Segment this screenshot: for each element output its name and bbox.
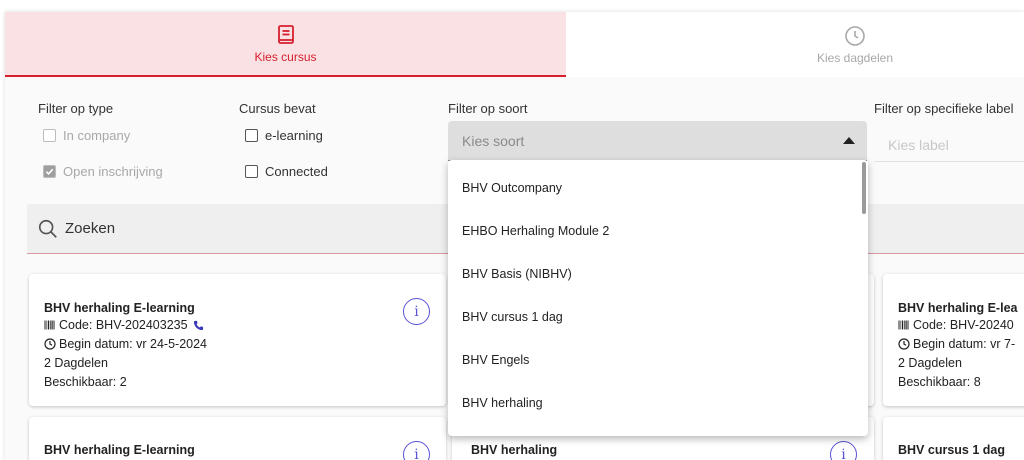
checkbox-label: e-learning [265, 128, 323, 143]
soort-select[interactable]: Kies soort [448, 121, 867, 161]
info-icon[interactable]: i [403, 441, 430, 460]
search-placeholder: Zoeken [65, 220, 116, 237]
checkbox-open-inschrijving[interactable]: Open inschrijving [43, 164, 163, 179]
course-card[interactable]: BHV cursus 1 dag [883, 417, 1024, 460]
course-card[interactable]: BHV herhaling E-learning i [29, 417, 446, 460]
label-select[interactable]: Kies label [874, 128, 1024, 162]
checkbox-box[interactable] [245, 165, 258, 178]
checkbox-box[interactable] [43, 165, 56, 178]
course-code-text: Code: BHV-20240 [913, 318, 1014, 332]
checkbox-label: In company [63, 128, 131, 143]
filter-label-label: Filter op specifieke label [874, 101, 1014, 116]
phone-icon[interactable] [193, 320, 204, 331]
barcode-icon [898, 320, 909, 330]
menu-item[interactable]: BHV Basis (NIBHV) [448, 252, 868, 295]
course-code: Code: BHV-20240 [898, 318, 1014, 332]
checkbox-connected[interactable]: Connected [245, 164, 328, 179]
clock-icon [44, 338, 56, 350]
check-icon [45, 168, 54, 175]
course-date: Begin datum: vr 7- [898, 337, 1015, 351]
clock-icon [845, 26, 865, 46]
menu-item[interactable]: BHV cursus 1 dag [448, 295, 868, 338]
checkbox-in-company[interactable]: In company [43, 128, 130, 143]
filter-soort-label: Filter op soort [448, 101, 528, 116]
soort-select-value: Kies soort [462, 132, 525, 149]
menu-item[interactable]: BHV Outcompany [448, 166, 868, 209]
clock-icon [898, 338, 910, 350]
info-icon[interactable]: i [403, 298, 430, 325]
filter-bevat-label: Cursus bevat [239, 101, 316, 116]
course-dagdelen: 2 Dagdelen [44, 356, 108, 370]
tab-kies-dagdelen[interactable]: Kies dagdelen [566, 12, 1024, 77]
course-date-text: Begin datum: vr 24-5-2024 [59, 337, 208, 351]
label-select-placeholder: Kies label [888, 136, 949, 153]
course-date: Begin datum: vr 24-5-2024 [44, 337, 207, 351]
soort-dropdown-menu: BHV Outcompany EHBO Herhaling Module 2 B… [448, 160, 868, 436]
course-beschikbaar: Beschikbaar: 8 [898, 375, 981, 389]
menu-item[interactable]: BHV Engels [448, 338, 868, 381]
tab-label: Kies dagdelen [816, 51, 894, 65]
caret-up-icon [843, 137, 855, 144]
course-title: BHV herhaling [471, 443, 558, 457]
checkbox-e-learning[interactable]: e-learning [245, 128, 323, 143]
course-date-text: Begin datum: vr 7- [913, 337, 1016, 351]
checkbox-box[interactable] [245, 129, 258, 142]
filter-type-label: Filter op type [38, 101, 114, 116]
menu-item[interactable]: EHBO Herhaling Module 2 [448, 209, 868, 252]
course-card[interactable]: BHV herhaling E-lea Code: BHV-20240 Begi… [883, 274, 1024, 406]
tab-label: Kies cursus [254, 50, 317, 64]
course-code-text: Code: BHV-202403235 [59, 318, 188, 332]
book-icon [277, 25, 294, 44]
course-card[interactable]: BHV herhaling E-learning Code: BHV-20240… [29, 274, 446, 406]
barcode-icon [44, 320, 55, 330]
course-beschikbaar: Beschikbaar: 2 [44, 375, 127, 389]
stepper-tabs: Kies cursus Kies dagdelen [5, 12, 1024, 77]
course-title: BHV herhaling E-learning [44, 301, 195, 315]
menu-scrollbar[interactable] [862, 162, 866, 214]
course-picker-panel: Kies cursus Kies dagdelen Filter op type… [5, 12, 1024, 460]
course-title: BHV herhaling E-lea [898, 301, 1018, 315]
course-title: BHV cursus 1 dag [898, 443, 1005, 457]
search-icon [38, 219, 57, 238]
course-code: Code: BHV-202403235 [44, 318, 204, 332]
menu-item[interactable]: BHV herhaling [448, 381, 868, 424]
checkbox-box[interactable] [43, 129, 56, 142]
info-icon[interactable]: i [830, 441, 857, 460]
course-dagdelen: 2 Dagdelen [898, 356, 962, 370]
course-title: BHV herhaling E-learning [44, 443, 195, 457]
checkbox-label: Connected [265, 164, 328, 179]
tab-kies-cursus[interactable]: Kies cursus [5, 12, 566, 77]
checkbox-label: Open inschrijving [63, 164, 163, 179]
